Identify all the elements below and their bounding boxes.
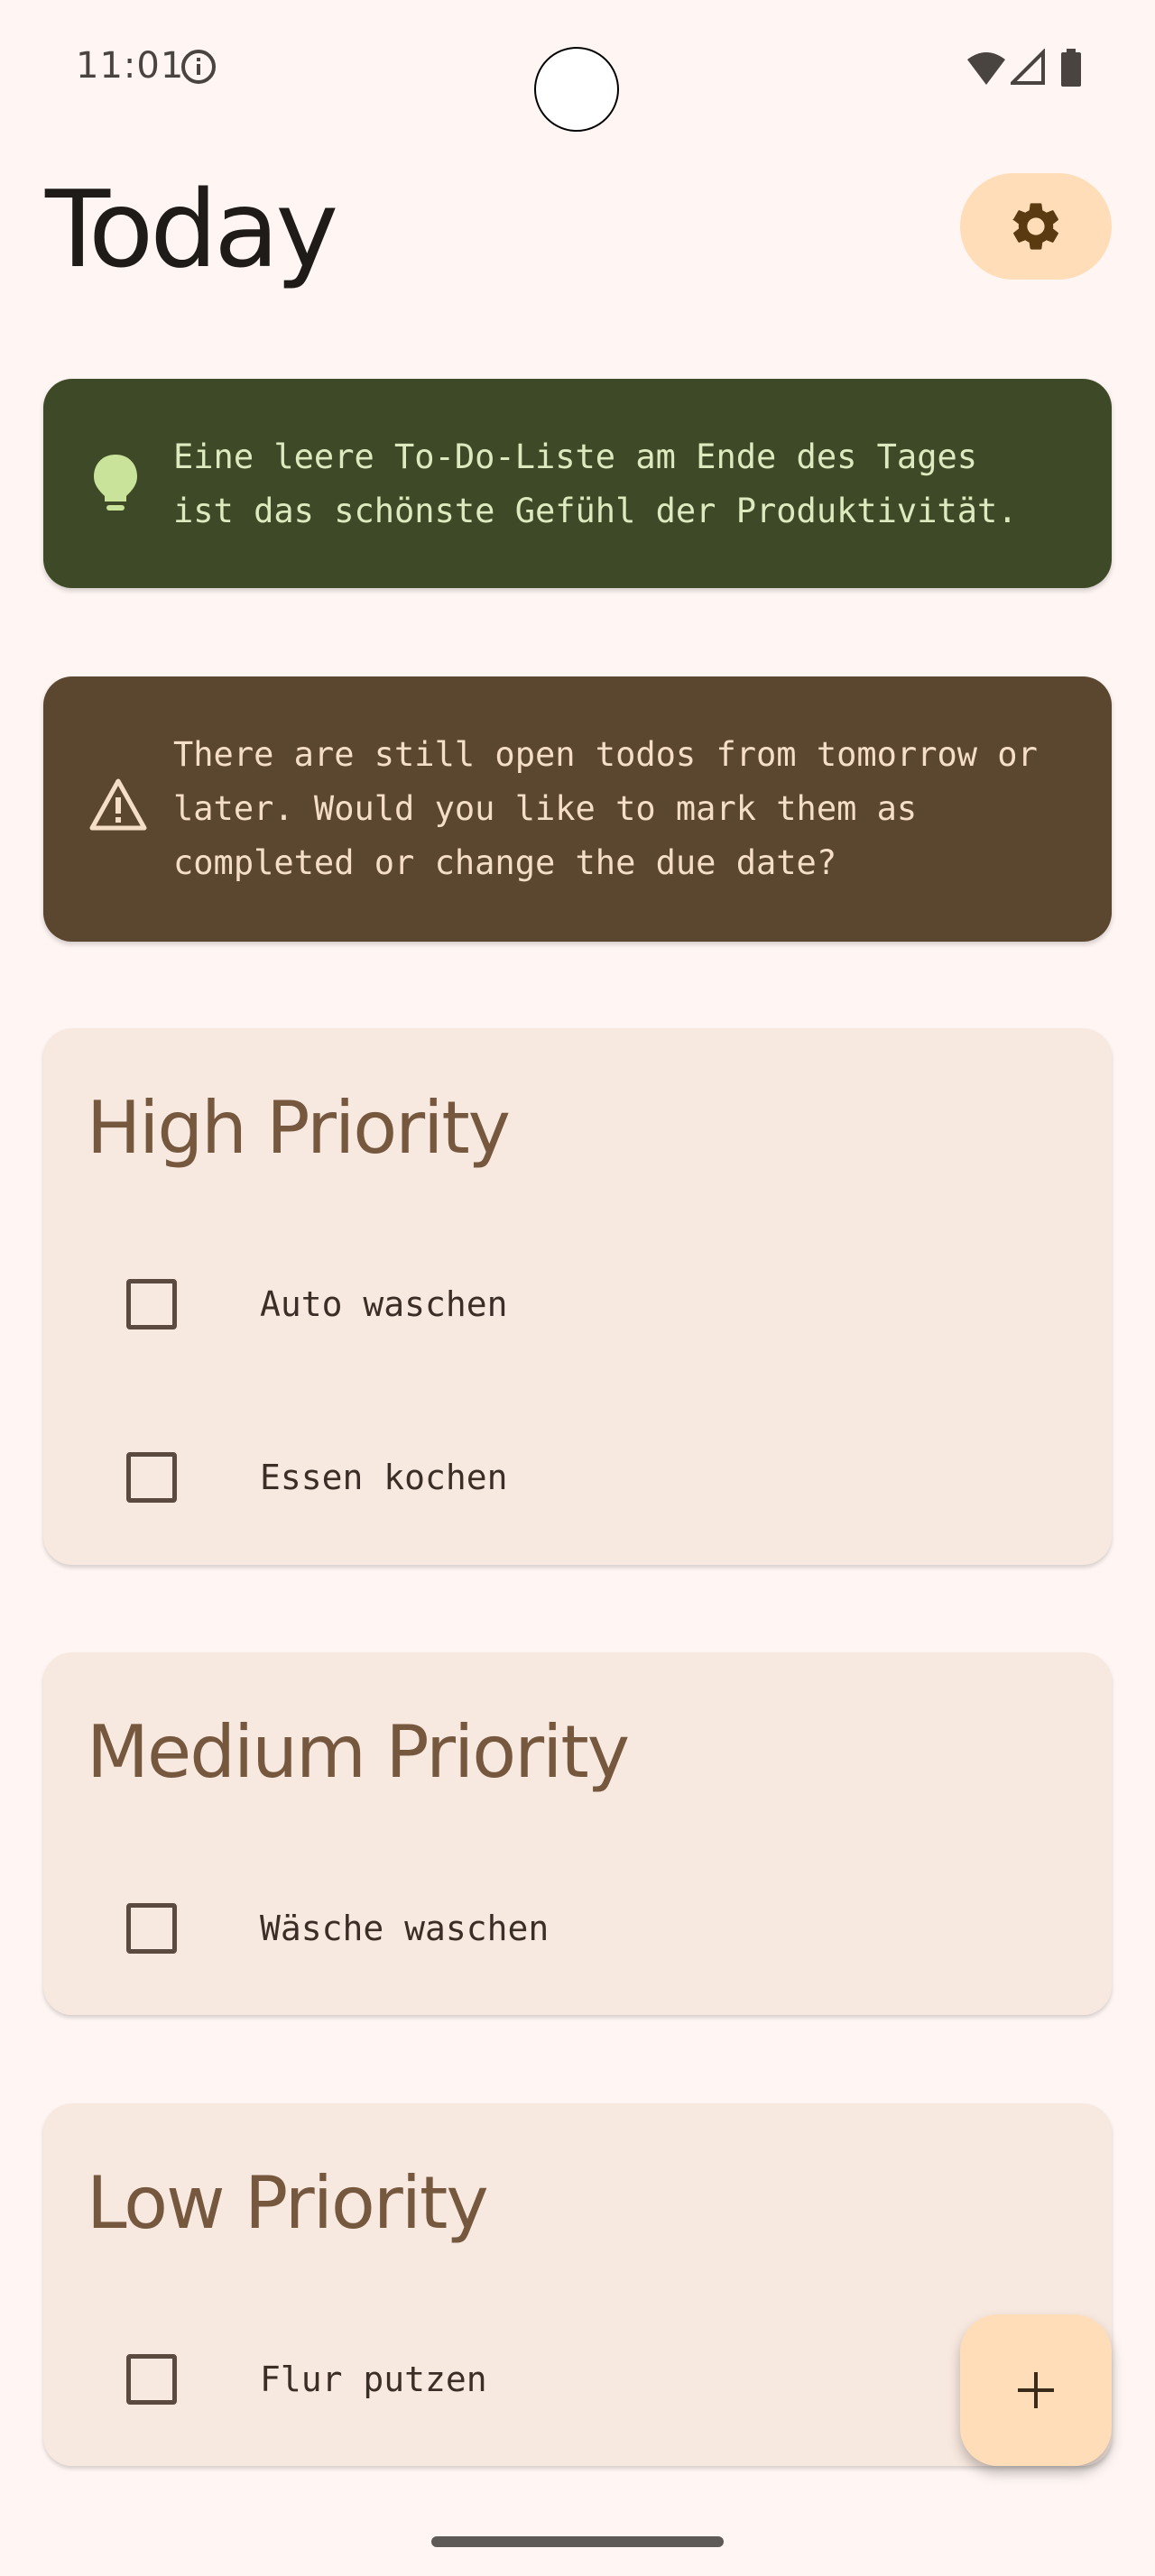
section-low-priority: Low Priority Flur putzen: [43, 2103, 1112, 2466]
status-bar: 11:01: [0, 0, 1155, 135]
status-time: 11:01: [76, 45, 185, 87]
todo-checkbox[interactable]: [126, 1279, 177, 1329]
settings-button[interactable]: [960, 173, 1112, 280]
gear-icon: [1012, 203, 1058, 250]
screen: 11:01 Today Eine leere To-Do-Liste am En…: [0, 0, 1155, 2576]
section-title: Low Priority: [87, 2161, 489, 2245]
signal-icon: [1011, 49, 1045, 85]
home-indicator[interactable]: [431, 2536, 724, 2547]
camera-cutout: [534, 47, 619, 132]
todo-checkbox[interactable]: [126, 1903, 177, 1954]
todo-checkbox[interactable]: [126, 1452, 177, 1503]
battery-icon: [1061, 49, 1081, 87]
todo-item[interactable]: Essen kochen: [43, 1423, 1112, 1532]
page-title: Today: [45, 167, 338, 291]
lightbulb-icon: [88, 451, 143, 520]
todo-item[interactable]: Flur putzen: [43, 2325, 1112, 2433]
section-title: High Priority: [87, 1086, 511, 1170]
tip-text: Eine leere To-Do-Liste am Ende des Tages…: [173, 437, 1018, 530]
todo-label: Flur putzen: [260, 2360, 487, 2399]
warning-text: There are still open todos from tomorrow…: [173, 735, 1038, 882]
info-icon: [180, 49, 217, 85]
status-icons: [966, 49, 1092, 88]
todo-label: Essen kochen: [260, 1458, 508, 1497]
section-high-priority: High Priority Auto waschen Essen kochen: [43, 1028, 1112, 1565]
todo-item[interactable]: Wäsche waschen: [43, 1874, 1112, 1983]
tip-banner: Eine leere To-Do-Liste am Ende des Tages…: [43, 379, 1112, 588]
plus-icon: [1018, 2372, 1054, 2408]
section-title: Medium Priority: [87, 1710, 630, 1794]
todo-item[interactable]: Auto waschen: [43, 1250, 1112, 1358]
warning-banner[interactable]: There are still open todos from tomorrow…: [43, 676, 1112, 942]
section-medium-priority: Medium Priority Wäsche waschen: [43, 1652, 1112, 2015]
todo-label: Auto waschen: [260, 1284, 508, 1324]
todo-label: Wäsche waschen: [260, 1909, 550, 1948]
warning-icon: [88, 777, 148, 835]
wifi-icon: [967, 52, 1005, 85]
add-todo-button[interactable]: [960, 2314, 1112, 2466]
todo-checkbox[interactable]: [126, 2354, 177, 2405]
